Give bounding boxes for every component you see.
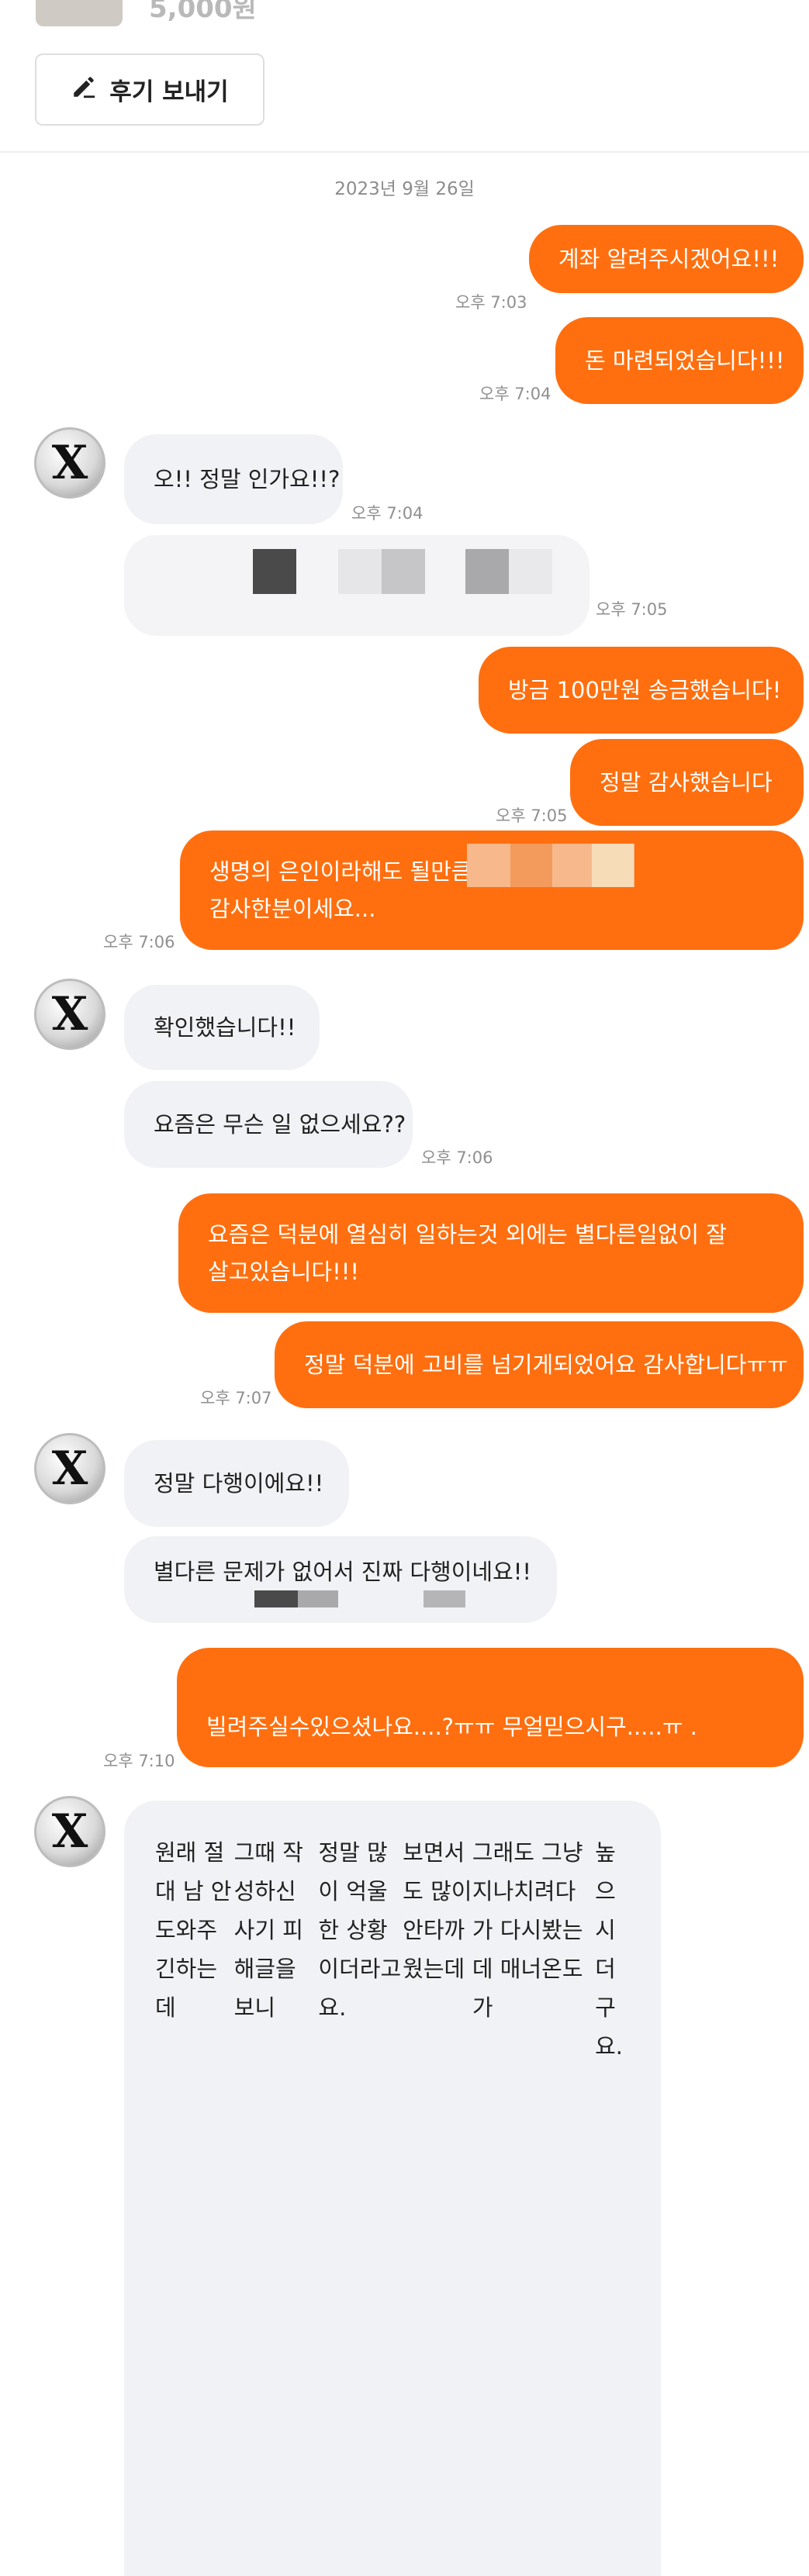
chat-date-separator: 2023년 9월 26일 <box>334 179 475 199</box>
message-line: 높으시더구요. <box>595 1839 624 2060</box>
user-avatar[interactable]: X <box>34 427 105 499</box>
message-line: 요즘은 덕분에 열심히 일하는것 외에는 별다른일없이 잘 <box>208 1221 727 1248</box>
their-message-bubble[interactable]: 요즘은 무슨 일 없으세요?? <box>124 1081 413 1168</box>
pixelated-image-block <box>382 549 425 594</box>
header-divider <box>0 151 809 153</box>
message-line: 원래 절대 남 안 도와주긴하는데 <box>155 1839 232 2021</box>
user-avatar[interactable]: X <box>34 1433 105 1504</box>
my-message-bubble[interactable]: 빌려주실수있으셨나요....?ㅠㅠ 무얼믿으시구.....ㅠ . <box>177 1648 804 1767</box>
pixelated-image-block <box>509 549 552 594</box>
send-review-label: 후기 보내기 <box>109 78 229 106</box>
pixelated-image-block <box>338 549 382 594</box>
send-review-button[interactable]: 후기 보내기 <box>35 54 264 126</box>
message-line: 감사한분이세요... <box>209 896 376 922</box>
pixelated-overlay <box>592 844 634 887</box>
their-message-bubble[interactable]: 별다른 문제가 없어서 진짜 다행이네요!! <box>124 1536 557 1623</box>
their-message-bubble[interactable]: 확인했습니다!! <box>124 985 320 1070</box>
pixelated-image-block <box>465 549 509 594</box>
my-message-bubble[interactable]: 돈 마련되었습니다!!! <box>555 317 804 404</box>
product-thumbnail[interactable] <box>36 0 123 26</box>
user-avatar[interactable]: X <box>34 1796 105 1867</box>
product-price: 5,000원 <box>149 0 257 24</box>
my-message-bubble[interactable]: 방금 100만원 송금했습니다! <box>479 647 804 734</box>
message-timestamp: 오후 7:05 <box>596 600 668 619</box>
message-line: 그래도 그냥 지나치려다가 다시봤는데 매너온도가 <box>472 1839 583 2021</box>
pencil-icon <box>71 74 97 106</box>
my-message-bubble[interactable]: 정말 덕분에 고비를 넘기게되었어요 감사합니다ㅠㅠ <box>275 1321 804 1408</box>
pixelated-overlay <box>510 844 552 887</box>
pixelated-overlay <box>424 1590 465 1607</box>
my-message-bubble[interactable]: 정말 감사했습니다 <box>570 739 804 826</box>
pixelated-image-block <box>253 549 296 594</box>
pixelated-overlay <box>298 1590 338 1607</box>
user-avatar[interactable]: X <box>34 979 105 1050</box>
their-message-bubble[interactable]: 정말 다행이에요!! <box>124 1440 349 1527</box>
message-timestamp: 오후 7:04 <box>351 504 424 523</box>
message-line: 그때 작성하신 사기 피해글을 보니 <box>233 1839 303 2021</box>
their-image-message[interactable] <box>124 535 589 636</box>
my-message-bubble[interactable]: 계좌 알려주시겠어요!!! <box>529 225 804 293</box>
message-timestamp: 오후 7:07 <box>200 1389 272 1407</box>
message-timestamp: 오후 7:06 <box>103 933 175 951</box>
message-line: 정말 많이 억울한 상황이더라고요. <box>318 1839 402 2021</box>
my-message-bubble[interactable]: 요즘은 덕분에 열심히 일하는것 외에는 별다른일없이 잘 살고있습니다!!! <box>178 1193 804 1313</box>
message-line: 생명의 은인이라해도 될만큼 <box>209 858 472 885</box>
their-long-message-bubble[interactable]: 원래 절대 남 안 도와주긴하는데 그때 작성하신 사기 피해글을 보니 정말 … <box>124 1801 661 2576</box>
their-message-bubble[interactable]: 오!! 정말 인가요!!? <box>124 434 343 524</box>
message-timestamp: 오후 7:10 <box>103 1752 175 1770</box>
message-timestamp: 오후 7:03 <box>455 293 527 312</box>
pixelated-overlay <box>254 1590 298 1607</box>
message-line: 보면서도 많이 안타까웠는데 <box>403 1839 472 1982</box>
message-timestamp: 오후 7:04 <box>479 385 551 403</box>
message-timestamp: 오후 7:06 <box>421 1148 493 1167</box>
message-timestamp: 오후 7:05 <box>496 806 568 825</box>
message-line: 살고있습니다!!! <box>208 1259 359 1285</box>
